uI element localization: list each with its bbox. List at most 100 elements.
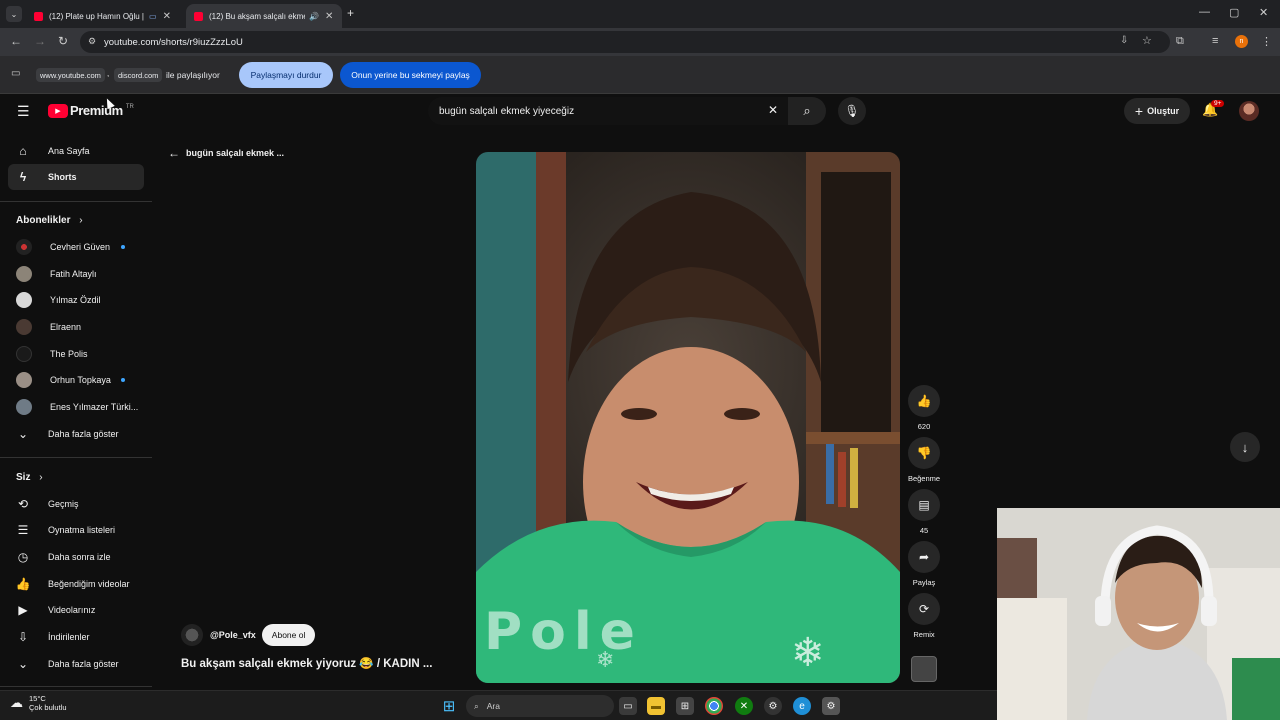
you-heading[interactable]: Siz ›: [16, 472, 43, 483]
sidebar-item-subscription[interactable]: The Polis: [8, 341, 144, 367]
store-icon[interactable]: ⊞: [676, 697, 694, 715]
like-count: 620: [917, 422, 931, 431]
tab-title: (12) Plate up Hamın Oğlu |: [49, 11, 145, 21]
close-tab-icon[interactable]: ✕: [325, 11, 333, 22]
edge-icon[interactable]: e: [793, 697, 811, 715]
shorts-icon: ϟ: [19, 170, 27, 184]
channel-avatar[interactable]: [181, 624, 203, 646]
sidebar-item-subscription[interactable]: Yılmaz Özdil: [8, 287, 144, 313]
site-info-icon[interactable]: ⚙: [88, 36, 96, 47]
minimize-icon[interactable]: —: [1199, 6, 1210, 18]
sidebar-item-playlists[interactable]: ☰ Oynatma listeleri: [8, 517, 144, 543]
taskbar-search-placeholder: Ara: [486, 701, 500, 711]
like-button[interactable]: 👍 620: [907, 385, 941, 431]
address-bar[interactable]: ⚙ youtube.com/shorts/r9iuzZzzLoU ⇩ ☆: [80, 31, 1170, 53]
webcam-image: [997, 508, 1280, 720]
notifications-button[interactable]: 🔔 9+: [1202, 100, 1225, 118]
subscribe-button[interactable]: Abone ol: [261, 624, 316, 646]
file-explorer-icon[interactable]: ▬: [647, 697, 665, 715]
install-app-icon[interactable]: ⇩: [1120, 35, 1128, 46]
search-input[interactable]: bugün salçalı ekmek yiyeceğiz ✕: [428, 97, 788, 125]
back-to-search[interactable]: ← bugün salçalı ekmek ...: [168, 146, 284, 160]
browser-tab-strip: ⌄ (12) Plate up Hamın Oğlu | ▭ ✕ (12) Bu…: [0, 0, 1280, 28]
dislike-button[interactable]: 👎 Beğenme: [907, 437, 941, 483]
channel-avatar: [16, 239, 32, 255]
chevron-down-icon: ⌄: [17, 427, 29, 441]
show-more-you[interactable]: ⌄ Daha fazla göster: [8, 651, 144, 677]
sidebar-item-your-videos[interactable]: ▶ Videolarınız: [8, 597, 144, 623]
subscriptions-heading[interactable]: Abonelikler ›: [16, 215, 83, 226]
sidebar-item-subscription[interactable]: Fatih Altaylı: [8, 261, 144, 287]
youtube-play-icon: ▶: [48, 103, 68, 118]
sound-thumbnail[interactable]: [911, 656, 937, 682]
remix-button[interactable]: ⟳ Remix: [907, 593, 941, 639]
channel-avatar: [16, 266, 32, 282]
next-short-button[interactable]: ↓: [1230, 432, 1260, 462]
comments-button[interactable]: ▤ 45: [907, 489, 941, 535]
clear-search-icon[interactable]: ✕: [768, 103, 778, 117]
video-icon: ▶: [18, 603, 28, 617]
browser-tab-1[interactable]: (12) Plate up Hamın Oğlu | ▭ ✕: [26, 4, 182, 28]
share-this-tab-button[interactable]: Onun yerine bu sekmeyi paylaş: [340, 62, 481, 88]
profile-avatar[interactable]: n: [1235, 35, 1248, 48]
create-button[interactable]: + Oluştur: [1124, 98, 1190, 124]
temperature: 15°C: [29, 694, 46, 703]
maximize-icon[interactable]: ▢: [1229, 6, 1239, 19]
search-button[interactable]: ⌕: [788, 97, 826, 125]
media-control-icon[interactable]: ≡: [1212, 35, 1218, 47]
browser-tab-2[interactable]: (12) Bu akşam salçalı ekmek 🔊 ✕: [186, 4, 342, 28]
microphone-icon: 🎙: [844, 104, 860, 118]
sidebar-item-home[interactable]: ⌂ Ana Sayfa: [8, 138, 144, 164]
sidebar-item-history[interactable]: ⟲ Geçmiş: [8, 491, 144, 517]
steam-icon[interactable]: ⚙: [764, 697, 782, 715]
search-query: bugün salçalı ekmek yiyeceğiz: [439, 105, 575, 117]
forward-icon[interactable]: →: [34, 34, 46, 48]
short-title[interactable]: Bu akşam salçalı ekmek yiyoruz 😂 / KADIN…: [181, 656, 432, 670]
channel-handle[interactable]: @Pole_vfx: [210, 630, 256, 640]
reload-icon[interactable]: ↻: [58, 34, 68, 48]
windows-start-icon[interactable]: ⊞: [440, 697, 458, 715]
sidebar-item-watch-later[interactable]: ◷ Daha sonra izle: [8, 544, 144, 570]
settings-icon[interactable]: ⚙: [822, 697, 840, 715]
xbox-icon[interactable]: ✕: [735, 697, 753, 715]
youtube-logo[interactable]: ▶ Premium TR: [48, 103, 134, 118]
share-button[interactable]: ➦ Paylaş: [907, 541, 941, 587]
short-video-player[interactable]: Pole ❄ ❄: [476, 152, 900, 683]
sidebar-divider: [0, 686, 152, 687]
account-avatar[interactable]: [1239, 101, 1259, 121]
taskbar-search[interactable]: ⌕ Ara: [466, 695, 614, 717]
chrome-icon[interactable]: [705, 697, 723, 715]
share-label: Paylaş: [912, 578, 936, 587]
close-window-icon[interactable]: ✕: [1259, 6, 1268, 19]
show-more-subscriptions[interactable]: ⌄ Daha fazla göster: [8, 421, 144, 447]
search-icon: ⌕: [474, 700, 479, 711]
chevron-right-icon: ›: [79, 215, 83, 226]
arrow-down-icon: ↓: [1241, 439, 1249, 455]
stop-sharing-button[interactable]: Paylaşmayı durdur: [239, 62, 333, 88]
tab-search-icon[interactable]: ⌄: [6, 6, 22, 22]
menu-icon[interactable]: ☰: [17, 103, 30, 120]
new-tab-icon[interactable]: +: [347, 6, 354, 20]
notification-badge: 9+: [1211, 100, 1225, 107]
snowflake-decoration-icon: ❄: [596, 647, 615, 672]
sharing-status-text: ile paylaşılıyor: [166, 70, 220, 80]
sidebar-item-liked-videos[interactable]: 👍 Beğendiğim videolar: [8, 571, 144, 597]
weather-widget[interactable]: ☁ 15°C Çok bulutlu: [10, 694, 67, 712]
sidebar-item-subscription[interactable]: Elraenn: [8, 314, 144, 340]
sidebar-item-shorts[interactable]: ϟ Shorts: [8, 164, 144, 190]
browser-toolbar: ← → ↻ ⚙ youtube.com/shorts/r9iuzZzzLoU ⇩…: [0, 28, 1280, 56]
audio-icon[interactable]: 🔊: [309, 12, 319, 21]
extensions-icon[interactable]: ⧉: [1176, 35, 1184, 48]
bookmark-star-icon[interactable]: ☆: [1142, 34, 1152, 47]
sidebar-item-label: Daha sonra izle: [48, 552, 111, 562]
sidebar-item-subscription[interactable]: Enes Yılmazer Türki...: [8, 394, 144, 420]
playlist-icon: ☰: [17, 523, 29, 537]
back-icon[interactable]: ←: [10, 34, 22, 48]
task-view-icon[interactable]: ▭: [619, 697, 637, 715]
sidebar-item-label: Oynatma listeleri: [48, 525, 116, 535]
close-tab-icon[interactable]: ✕: [163, 11, 171, 22]
menu-dots-icon[interactable]: ⋮: [1261, 35, 1272, 48]
sidebar-item-downloads[interactable]: ⇩ İndirilenler: [8, 624, 144, 650]
voice-search-button[interactable]: 🎙: [838, 97, 866, 125]
domain-separator: ,: [107, 69, 110, 78]
